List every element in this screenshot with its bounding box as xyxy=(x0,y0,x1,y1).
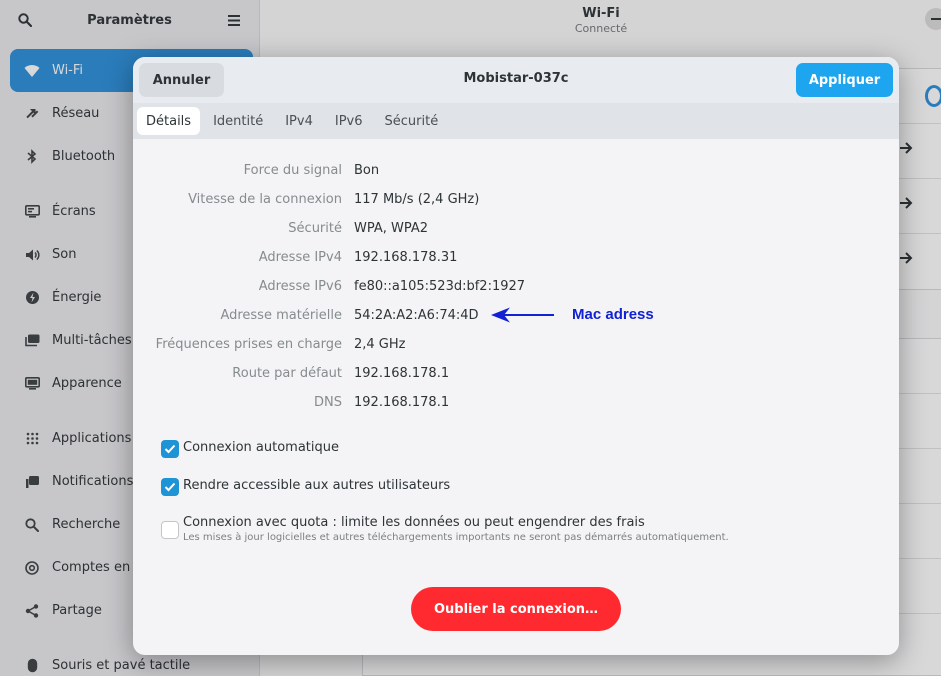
detail-row: Adresse IPv4 192.168.178.31 xyxy=(133,250,899,270)
forget-connection-button[interactable]: Oublier la connexion… xyxy=(411,587,621,631)
detail-value: Bon xyxy=(354,163,380,178)
detail-row: Force du signal Bon xyxy=(133,163,899,183)
detail-label: Sécurité xyxy=(288,221,342,236)
share-users-label: Rendre accessible aux autres utilisateur… xyxy=(183,478,451,493)
checkmark-icon xyxy=(164,444,176,454)
tab-identity[interactable]: Identité xyxy=(204,107,272,135)
detail-label: DNS xyxy=(314,395,342,410)
dialog-header: Annuler Mobistar-037c Appliquer xyxy=(133,57,899,103)
detail-value: 117 Mb/s (2,4 GHz) xyxy=(354,192,480,207)
tab-bar: Détails Identité IPv4 IPv6 Sécurité xyxy=(133,103,899,139)
detail-value: WPA, WPA2 xyxy=(354,221,429,236)
detail-row: Adresse IPv6 fe80::a105:523d:bf2:1927 xyxy=(133,279,899,299)
metered-row[interactable]: Connexion avec quota : limite les donnée… xyxy=(161,515,729,543)
apply-button[interactable]: Appliquer xyxy=(796,63,893,97)
dialog-title: Mobistar-037c xyxy=(463,71,569,86)
annotation-label: Mac adress xyxy=(572,306,654,323)
share-users-row[interactable]: Rendre accessible aux autres utilisateur… xyxy=(161,478,450,496)
annotation-arrow-icon xyxy=(491,307,554,323)
detail-label: Adresse IPv4 xyxy=(258,250,342,265)
checkmark-icon xyxy=(164,482,176,492)
metered-sublabel: Les mises à jour logicielles et autres t… xyxy=(183,532,729,543)
detail-row: Sécurité WPA, WPA2 xyxy=(133,221,899,241)
tab-ipv4[interactable]: IPv4 xyxy=(276,107,322,135)
detail-row: Vitesse de la connexion 117 Mb/s (2,4 GH… xyxy=(133,192,899,212)
detail-label: Route par défaut xyxy=(232,366,342,381)
metered-text: Connexion avec quota : limite les donnée… xyxy=(183,515,729,543)
detail-label: Adresse matérielle xyxy=(220,308,342,323)
auto-connect-checkbox[interactable] xyxy=(161,440,179,458)
metered-checkbox[interactable] xyxy=(161,521,179,539)
detail-value: 192.168.178.31 xyxy=(354,250,458,265)
tab-details[interactable]: Détails xyxy=(137,107,201,135)
metered-label: Connexion avec quota : limite les donnée… xyxy=(183,515,645,530)
mac-address-value: 54:2A:A2:A6:74:4D xyxy=(354,308,479,323)
detail-row: Route par défaut 192.168.178.1 xyxy=(133,366,899,386)
auto-connect-label: Connexion automatique xyxy=(183,440,339,455)
share-users-checkbox[interactable] xyxy=(161,478,179,496)
detail-row: DNS 192.168.178.1 xyxy=(133,395,899,415)
detail-label: Vitesse de la connexion xyxy=(188,192,342,207)
detail-value: 192.168.178.1 xyxy=(354,366,450,381)
tab-ipv6[interactable]: IPv6 xyxy=(326,107,372,135)
detail-value: 192.168.178.1 xyxy=(354,395,450,410)
detail-value: 2,4 GHz xyxy=(354,337,406,352)
detail-label: Fréquences prises en charge xyxy=(155,337,342,352)
detail-label: Force du signal xyxy=(243,163,342,178)
auto-connect-row[interactable]: Connexion automatique xyxy=(161,440,339,458)
connection-details-dialog: Annuler Mobistar-037c Appliquer Détails … xyxy=(133,57,899,655)
tab-security[interactable]: Sécurité xyxy=(376,107,448,135)
detail-label: Adresse IPv6 xyxy=(258,279,342,294)
detail-value: fe80::a105:523d:bf2:1927 xyxy=(354,279,526,294)
detail-row: Fréquences prises en charge 2,4 GHz xyxy=(133,337,899,357)
